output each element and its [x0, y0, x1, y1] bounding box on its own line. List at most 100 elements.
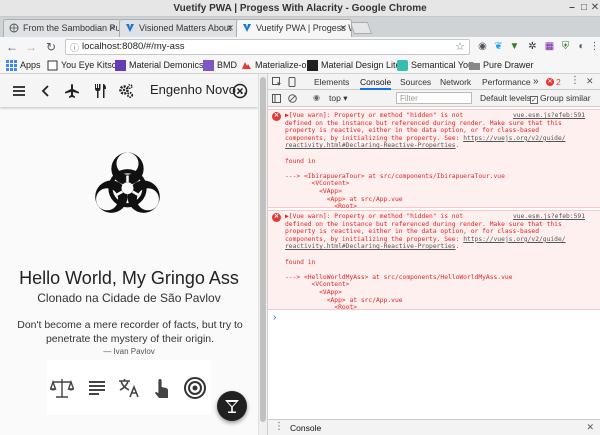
sidebar-toggle-icon[interactable] — [272, 94, 281, 103]
window-title: Vuetify PWA | Progess With Alacrity - Go… — [173, 3, 427, 14]
console-error-message: ✕ vue.esm.js?efeb:591 ▶[Vue warn]: Prope… — [268, 210, 600, 311]
airplane-icon[interactable] — [64, 83, 80, 99]
semantic-ui-icon — [397, 60, 408, 71]
bookmark-label: Material Design Lite — [321, 60, 401, 70]
tab-close-icon[interactable]: ✕ — [226, 20, 234, 36]
tab-close-icon[interactable]: ✕ — [108, 20, 116, 36]
settings-gears-icon[interactable] — [118, 83, 134, 99]
devtools-menu-icon[interactable]: ⋮ — [570, 75, 580, 86]
clear-console-icon[interactable] — [288, 94, 297, 103]
address-row: ← → ↻ ⓘ localhost:8080/#/my-ass ☆ ◉ ❦ ▼ … — [0, 37, 600, 57]
translate-icon[interactable] — [117, 376, 141, 400]
browser-tab-1[interactable]: From the Sambodian Pu ✕ — [3, 19, 121, 37]
cocktail-fab-button[interactable] — [217, 391, 247, 421]
url-text: localhost:8080/#/my-ass — [82, 41, 185, 52]
bookmark-label: You Eye Kitsch — [61, 60, 122, 70]
vue-devtools-icon[interactable]: ▼ — [508, 40, 521, 53]
extension-drop-icon[interactable]: ◐ — [575, 40, 588, 53]
restaurant-icon[interactable] — [92, 83, 108, 99]
extension-camera-icon[interactable]: ◉ — [476, 40, 489, 53]
quote-text: Don't become a mere recorder of facts, b… — [17, 319, 243, 345]
eye-icon[interactable]: ◉ — [313, 93, 320, 102]
devtools-tab-bar: Elements Console Sources Network Perform… — [268, 74, 600, 90]
error-body: ▶[Vue warn]: Property or method "hidden"… — [285, 112, 591, 211]
page-scrollbar[interactable] — [258, 74, 267, 435]
devtools-tab-elements[interactable]: Elements — [314, 74, 349, 90]
console-error-message: ✕ vue.esm.js?efeb:591 ▶[Vue warn]: Prope… — [268, 109, 600, 211]
address-bar[interactable]: ⓘ localhost:8080/#/my-ass ☆ — [65, 39, 470, 55]
log-levels-dropdown[interactable]: Default levels ▾ — [480, 93, 538, 104]
reload-icon[interactable]: ↻ — [44, 40, 58, 54]
bookmark-label: Pure Drawer — [483, 60, 534, 70]
tab-strip: From the Sambodian Pu ✕ Visioned Matters… — [0, 17, 600, 37]
extension-grid-icon[interactable]: ▦ — [543, 40, 556, 53]
devtools-tab-performance[interactable]: Performance — [482, 74, 531, 90]
bookmark-bmd[interactable]: BMD — [203, 59, 237, 72]
bookmark-label: BMD — [217, 60, 237, 70]
drawer-tab-console[interactable]: Console — [290, 423, 321, 433]
browser-menu-icon[interactable]: ⋮ — [588, 40, 600, 53]
window-title-bar: Vuetify PWA | Progess With Alacrity - Go… — [0, 0, 600, 17]
mdl-icon — [307, 60, 318, 71]
docs-link[interactable]: https://vuejs.org/v2/guide/ — [463, 135, 565, 142]
error-icon: ✕ — [272, 213, 281, 222]
devtools-tab-console[interactable]: Console — [360, 74, 392, 90]
drawer-close-icon[interactable]: ✕ — [586, 422, 594, 433]
twitter-extension-icon[interactable]: ❦ — [492, 40, 505, 53]
browser-tab-3-active[interactable]: Vuetify PWA | Progess W ✕ — [236, 19, 352, 37]
console-prompt[interactable]: › — [273, 312, 276, 323]
error-count: 2 — [556, 77, 561, 87]
bookmark-apps[interactable]: Apps — [6, 59, 41, 72]
tab-label: From the Sambodian Pu — [23, 23, 121, 33]
browser-tab-2[interactable]: Visioned Matters About ✕ — [119, 19, 239, 37]
vuetify-favicon-icon — [126, 24, 134, 32]
back-icon[interactable]: ← — [5, 40, 19, 54]
error-trace: . found in ---> <IbirapueraTour> at src/… — [285, 142, 505, 211]
forward-icon[interactable]: → — [24, 40, 38, 54]
bookmark-label: Apps — [20, 60, 41, 70]
menu-icon[interactable] — [11, 83, 27, 99]
chevron-left-icon[interactable] — [38, 83, 54, 99]
close-window-icon[interactable]: ✕ — [589, 2, 600, 14]
docs-link[interactable]: reactivity.html#Declaring-Reactive-Prope… — [285, 243, 456, 250]
context-value: top — [329, 93, 341, 103]
bookmark-you-eye-kitsch[interactable]: You Eye Kitsch — [47, 59, 121, 72]
devtools-tab-sources[interactable]: Sources — [400, 74, 431, 90]
bookmark-star-icon[interactable]: ☆ — [455, 40, 465, 54]
bmd-icon — [203, 60, 214, 71]
context-selector[interactable]: top ▾ — [329, 93, 347, 104]
bookmark-material-demonics[interactable]: Material Demonics — [115, 59, 204, 72]
tab-label: Vuetify PWA | Progess W — [256, 23, 352, 33]
docs-link[interactable]: reactivity.html#Declaring-Reactive-Prope… — [285, 142, 456, 149]
bookmark-pure-drawer[interactable]: Pure Drawer — [469, 59, 534, 72]
tab-close-icon[interactable]: ✕ — [339, 20, 347, 36]
material-icon — [115, 60, 126, 71]
close-circle-icon[interactable] — [232, 83, 248, 99]
inspect-element-icon[interactable] — [272, 77, 282, 87]
apps-grid-icon — [6, 60, 17, 71]
touch-hand-icon[interactable] — [150, 376, 174, 400]
tab-label: Visioned Matters About — [139, 23, 232, 33]
group-similar-checkbox[interactable]: ✓ Group similar — [530, 93, 591, 104]
drawer-menu-icon[interactable]: ⋮ — [274, 421, 284, 432]
devtools-tab-network[interactable]: Network — [440, 74, 471, 90]
docs-link[interactable]: https://vuejs.org/v2/guide/ — [463, 236, 565, 243]
bookmark-material-design-lite[interactable]: Material Design Lite — [307, 59, 401, 72]
more-tabs-icon[interactable]: » — [533, 74, 539, 90]
devtools-close-icon[interactable]: ✕ — [586, 76, 594, 87]
bookmark-semantical-you[interactable]: Semantical You — [397, 59, 473, 72]
extension-gear-icon[interactable]: ✲ — [526, 40, 539, 53]
balance-scale-icon[interactable] — [50, 376, 74, 400]
new-tab-button[interactable] — [349, 22, 373, 34]
target-icon[interactable] — [183, 376, 207, 400]
console-filter-input[interactable]: Filter — [396, 92, 472, 104]
error-count-icon: ✕ — [546, 78, 554, 86]
page-info-icon[interactable]: ⓘ — [70, 41, 79, 55]
device-toolbar-icon[interactable] — [287, 77, 297, 87]
scrollbar-thumb[interactable] — [260, 77, 266, 422]
bookmark-materialize[interactable]: Materialize-o — [241, 59, 307, 72]
extension-shield-icon[interactable]: ⛨ — [559, 40, 572, 53]
minimize-icon[interactable]: – — [566, 2, 578, 14]
bookmarks-bar: Apps You Eye Kitsch Material Demonics BM… — [0, 57, 600, 74]
notes-lines-icon[interactable] — [85, 376, 109, 400]
